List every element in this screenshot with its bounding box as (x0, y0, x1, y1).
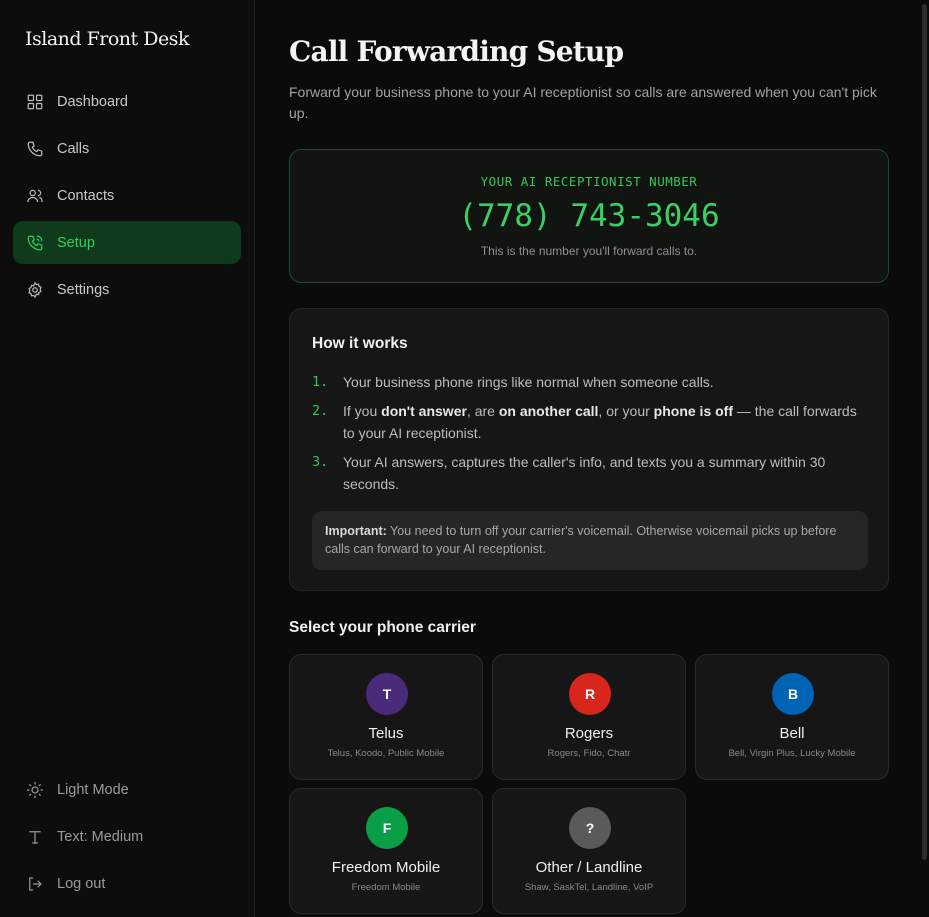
important-notice: Important: You need to turn off your car… (312, 511, 868, 570)
number-label: YOUR AI RECEPTIONIST NUMBER (480, 174, 698, 189)
sidebar-item-settings[interactable]: Settings (13, 268, 241, 311)
step-text: Your business phone rings like normal wh… (343, 374, 714, 390)
receptionist-number-card: YOUR AI RECEPTIONIST NUMBER (778) 743-30… (289, 149, 889, 283)
carrier-heading: Select your phone carrier (289, 619, 476, 636)
carrier-badge: ? (569, 807, 611, 849)
dashboard-icon (26, 93, 44, 111)
carrier-badge: T (366, 673, 408, 715)
logout-label: Log out (57, 875, 106, 892)
gear-icon (26, 281, 44, 299)
carrier-card-bell[interactable]: B Bell Bell, Virgin Plus, Lucky Mobile (695, 654, 889, 780)
step-number: 3. (312, 454, 329, 470)
carrier-card-rogers[interactable]: R Rogers Rogers, Fido, Chatr (492, 654, 686, 780)
sidebar-bottom-nav: Light Mode Text: Medium Log out (13, 768, 241, 909)
carrier-brands: Rogers, Fido, Chatr (547, 748, 631, 759)
carrier-brands: Shaw, SaskTel, Landline, VoIP (524, 882, 654, 893)
logout-icon (26, 875, 44, 893)
carrier-name: Freedom Mobile (331, 859, 441, 876)
carrier-badge: F (366, 807, 408, 849)
step-text: If you don't answer, are on another call… (343, 403, 857, 441)
carrier-badge: B (772, 673, 814, 715)
carrier-name: Other / Landline (535, 859, 643, 876)
text-size-label: Text: Medium (57, 828, 144, 845)
text-size-icon (26, 828, 44, 846)
list-item: 2. If you don't answer, are on another c… (312, 400, 872, 444)
carrier-name: Rogers (564, 725, 614, 742)
sidebar-item-label: Settings (57, 281, 110, 298)
sidebar-item-dashboard[interactable]: Dashboard (13, 80, 241, 123)
carrier-name: Telus (368, 725, 404, 742)
text-size-toggle[interactable]: Text: Medium (13, 815, 241, 858)
steps-list: 1. Your business phone rings like normal… (312, 371, 872, 502)
logout-button[interactable]: Log out (13, 862, 241, 905)
page-title: Call Forwarding Setup (289, 35, 624, 68)
sidebar-item-contacts[interactable]: Contacts (13, 174, 241, 217)
carrier-name: Bell (779, 725, 805, 742)
number-note: This is the number you'll forward calls … (480, 244, 698, 258)
users-icon (26, 187, 44, 205)
step-text: Your AI answers, captures the caller's i… (343, 454, 826, 492)
scrollbar[interactable] (922, 4, 927, 860)
sidebar-item-label: Dashboard (57, 93, 128, 110)
carrier-badge: R (569, 673, 611, 715)
carrier-brands: Bell, Virgin Plus, Lucky Mobile (728, 748, 856, 759)
receptionist-number: (778) 743-3046 (458, 198, 720, 234)
step-number: 2. (312, 403, 329, 419)
carrier-brands: Freedom Mobile (351, 882, 421, 893)
sidebar-item-calls[interactable]: Calls (13, 127, 241, 170)
carrier-card-freedom[interactable]: F Freedom Mobile Freedom Mobile (289, 788, 483, 914)
sidebar-nav: Dashboard Calls Contacts Setup Settings (13, 80, 241, 315)
phone-icon (26, 140, 44, 158)
how-it-works-card: How it works 1. Your business phone ring… (289, 308, 889, 591)
sidebar: Island Front Desk Dashboard Calls Contac… (0, 0, 255, 917)
how-it-works-title: How it works (312, 335, 408, 352)
light-mode-toggle[interactable]: Light Mode (13, 768, 241, 811)
sidebar-item-setup[interactable]: Setup (13, 221, 241, 264)
step-number: 1. (312, 374, 329, 390)
sidebar-item-label: Calls (57, 140, 90, 157)
carrier-card-telus[interactable]: T Telus Telus, Koodo, Public Mobile (289, 654, 483, 780)
brand-logo: Island Front Desk (25, 28, 189, 50)
carrier-brands: Telus, Koodo, Public Mobile (327, 748, 445, 759)
list-item: 3. Your AI answers, captures the caller'… (312, 451, 872, 495)
carrier-card-other[interactable]: ? Other / Landline Shaw, SaskTel, Landli… (492, 788, 686, 914)
sun-icon (26, 781, 44, 799)
important-label: Important: (325, 524, 387, 538)
sidebar-item-label: Setup (57, 234, 95, 251)
phone-forward-icon (26, 234, 44, 252)
page-subtitle: Forward your business phone to your AI r… (289, 84, 877, 121)
light-mode-label: Light Mode (57, 781, 129, 798)
sidebar-item-label: Contacts (57, 187, 115, 204)
important-text: You need to turn off your carrier's voic… (325, 524, 837, 556)
list-item: 1. Your business phone rings like normal… (312, 371, 872, 393)
